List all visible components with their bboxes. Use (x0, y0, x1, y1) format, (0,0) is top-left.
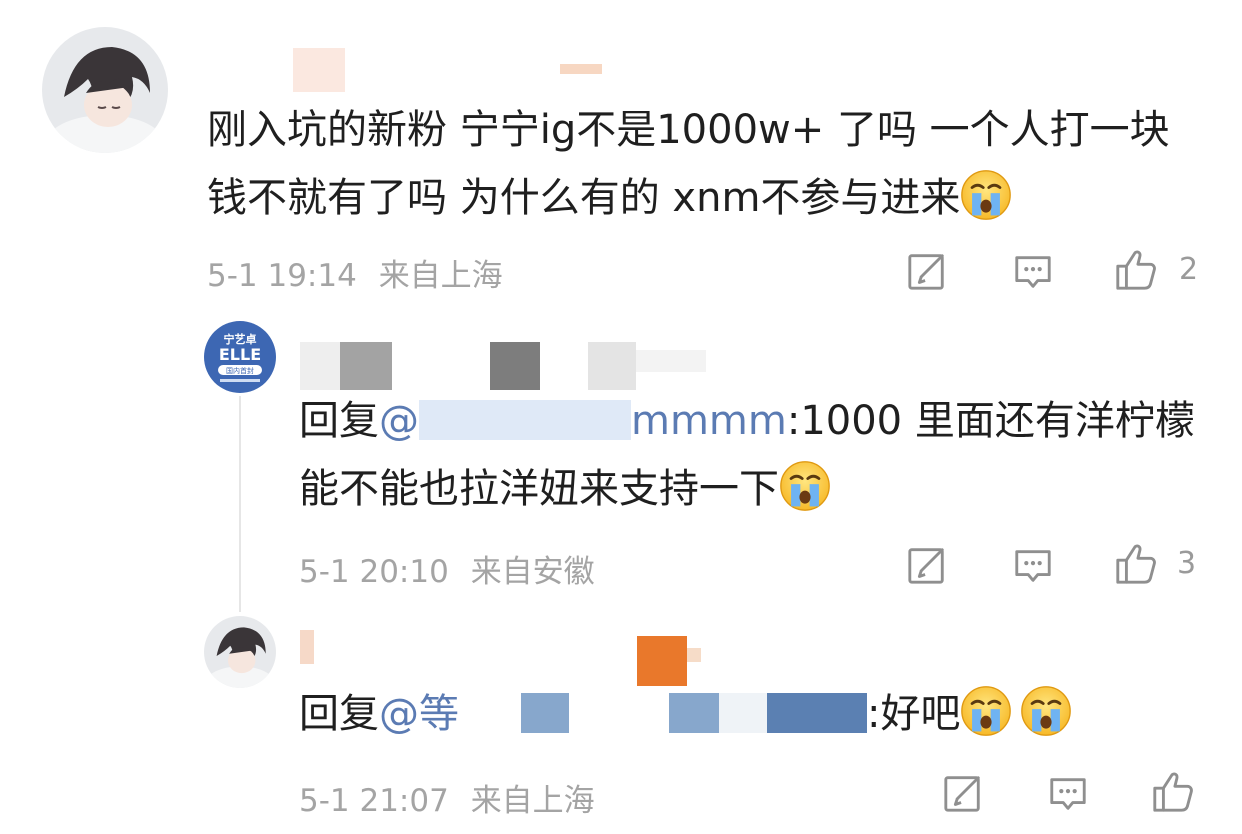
crying-face-emoji (1020, 685, 1072, 737)
reply-meta: 5-1 20:10 来自安徽 (299, 546, 595, 591)
masked-username-block (637, 636, 687, 686)
avatar-badge-line1: 宁艺卓 (224, 332, 257, 346)
comment-icon[interactable] (1047, 773, 1089, 815)
share-edit-icon[interactable] (906, 250, 948, 292)
reply-location: 来自上海 (470, 783, 595, 819)
masked-username-block (340, 342, 392, 390)
like-count: 3 (1177, 546, 1197, 581)
crying-face-emoji (960, 685, 1012, 737)
reply-text: 回复@ mmmm:1000 里面还有洋柠檬 能不能也拉洋妞来支持一下 (299, 398, 1195, 512)
masked-username-block (636, 350, 706, 372)
comment-meta: 5-1 19:14 来自上海 (207, 250, 503, 295)
reply-location: 来自安徽 (470, 554, 595, 590)
thumbs-up-icon[interactable] (1150, 769, 1196, 815)
thumbs-up-icon[interactable] (1113, 247, 1159, 293)
masked-username-block (490, 342, 540, 390)
crying-face-emoji (960, 169, 1012, 221)
reply-avatar[interactable] (204, 616, 276, 688)
share-edit-icon[interactable] (942, 772, 984, 814)
crying-face-emoji (779, 460, 831, 512)
reply-time: 5-1 21:07 (299, 783, 449, 819)
comment-time: 5-1 19:14 (207, 258, 357, 294)
avatar-badge-line3: 国内首封 (226, 366, 254, 375)
reply-mention[interactable]: @ mmmm (379, 398, 787, 444)
avatar-badge-line2: ELLE (219, 345, 261, 364)
masked-username-block (687, 648, 701, 662)
reply-prefix: 回复 (299, 398, 379, 444)
share-edit-icon[interactable] (906, 544, 948, 586)
reply-meta: 5-1 21:07 来自上海 (299, 775, 595, 820)
comment-location: 来自上海 (378, 258, 503, 294)
reply-prefix: 回复 (299, 691, 379, 737)
masked-username[interactable] (300, 342, 340, 390)
reply-avatar[interactable]: 宁艺卓 ELLE 国内首封 (204, 321, 276, 393)
masked-username-fragment (560, 64, 602, 74)
reply-time: 5-1 20:10 (299, 554, 449, 590)
thread-line (239, 396, 241, 612)
reply-text: 回复@等:好吧 (299, 680, 1199, 748)
comment-icon[interactable] (1012, 545, 1054, 587)
masked-username-block (588, 342, 636, 390)
masked-username[interactable] (293, 48, 345, 92)
like-count: 2 (1179, 252, 1199, 287)
thumbs-up-icon[interactable] (1113, 541, 1159, 587)
reply-mention[interactable]: @等 (379, 691, 867, 737)
comment-icon[interactable] (1012, 251, 1054, 293)
masked-username[interactable] (300, 630, 314, 664)
user-avatar[interactable] (42, 27, 168, 153)
comment-text: 刚入坑的新粉 宁宁ig不是1000w+ 了吗 一个人打一块钱不就有了吗 为什么有… (207, 107, 1170, 221)
